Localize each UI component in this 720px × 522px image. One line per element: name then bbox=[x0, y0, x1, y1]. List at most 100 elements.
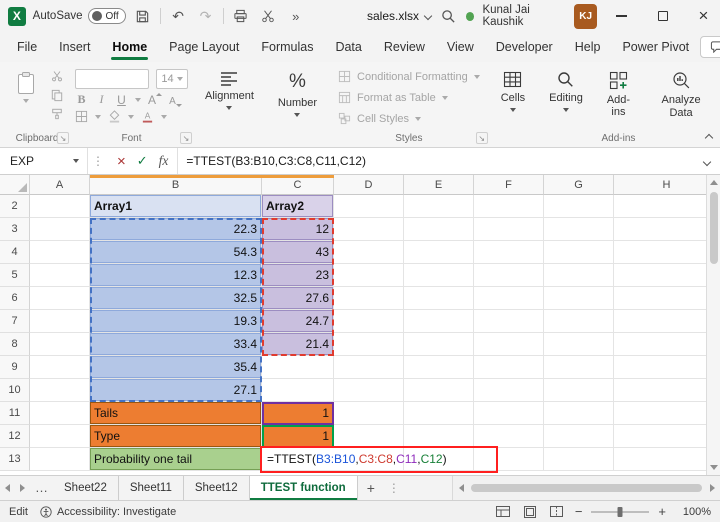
cell-A3[interactable] bbox=[30, 218, 90, 241]
cell-G2[interactable] bbox=[544, 195, 614, 218]
cell-B13[interactable]: Probability one tail bbox=[90, 448, 262, 471]
styles-dialog-launcher[interactable] bbox=[476, 132, 488, 144]
font-name-select[interactable] bbox=[75, 69, 149, 89]
sheet-tab-ttest-function[interactable]: TTEST function bbox=[250, 476, 358, 500]
file-title[interactable]: sales.xlsx bbox=[367, 9, 431, 23]
column-header-B[interactable]: B bbox=[90, 175, 262, 195]
cell-H7[interactable] bbox=[614, 310, 720, 333]
cell-A12[interactable] bbox=[30, 425, 90, 448]
scroll-down-button[interactable] bbox=[710, 460, 718, 475]
cell-F6[interactable] bbox=[474, 287, 544, 310]
cell-H6[interactable] bbox=[614, 287, 720, 310]
cell-F9[interactable] bbox=[474, 356, 544, 379]
font-dialog-launcher[interactable] bbox=[180, 132, 192, 144]
cell-G3[interactable] bbox=[544, 218, 614, 241]
cell-B9[interactable]: 35.4 bbox=[90, 356, 262, 379]
cell-B2[interactable]: Array1 bbox=[90, 195, 262, 218]
row-header-5[interactable]: 5 bbox=[0, 264, 30, 287]
cell-C5[interactable]: 23 bbox=[262, 264, 334, 287]
cell-F8[interactable] bbox=[474, 333, 544, 356]
minimize-button[interactable] bbox=[605, 0, 638, 32]
font-size-select[interactable]: 14 bbox=[156, 69, 188, 89]
format-painter-button[interactable] bbox=[49, 107, 65, 121]
cell-C12[interactable]: 1 bbox=[262, 425, 334, 448]
insert-function-button[interactable]: fx bbox=[159, 153, 169, 169]
cell-G5[interactable] bbox=[544, 264, 614, 287]
scroll-up-button[interactable] bbox=[710, 175, 718, 190]
cell-H8[interactable] bbox=[614, 333, 720, 356]
vertical-scrollbar-thumb[interactable] bbox=[710, 192, 718, 264]
tab-power-pivot[interactable]: Power Pivot bbox=[611, 34, 700, 60]
row-header-3[interactable]: 3 bbox=[0, 218, 30, 241]
cell-A2[interactable] bbox=[30, 195, 90, 218]
save-button[interactable] bbox=[133, 5, 153, 27]
cut-button-qat[interactable] bbox=[258, 5, 278, 27]
clipboard-dialog-launcher[interactable] bbox=[57, 132, 69, 144]
cell-styles-button[interactable]: Cell Styles bbox=[334, 108, 484, 129]
cell-H3[interactable] bbox=[614, 218, 720, 241]
cell-A8[interactable] bbox=[30, 333, 90, 356]
cell-B10[interactable]: 27.1 bbox=[90, 379, 262, 402]
cell-D7[interactable] bbox=[334, 310, 404, 333]
column-header-H[interactable]: H bbox=[614, 175, 720, 195]
autosave-toggle[interactable]: AutoSave Off bbox=[33, 8, 126, 24]
mode-indicator[interactable]: Edit bbox=[9, 506, 28, 518]
cell-C2[interactable]: Array2 bbox=[262, 195, 334, 218]
cell-D9[interactable] bbox=[334, 356, 404, 379]
tab-help[interactable]: Help bbox=[564, 34, 612, 60]
cell-C3[interactable]: 12 bbox=[262, 218, 334, 241]
horizontal-scrollbar[interactable] bbox=[452, 476, 720, 500]
tab-developer[interactable]: Developer bbox=[485, 34, 564, 60]
cells-button[interactable]: Cells bbox=[494, 66, 532, 112]
cell-E4[interactable] bbox=[404, 241, 474, 264]
formula-input[interactable]: =TTEST(B3:B10,C3:C8,C11,C12) bbox=[186, 154, 366, 168]
cell-H11[interactable] bbox=[614, 402, 720, 425]
column-header-E[interactable]: E bbox=[404, 175, 474, 195]
tab-data[interactable]: Data bbox=[324, 34, 372, 60]
cell-H5[interactable] bbox=[614, 264, 720, 287]
scroll-right-button[interactable] bbox=[704, 476, 720, 500]
cell-E7[interactable] bbox=[404, 310, 474, 333]
page-layout-view-button[interactable] bbox=[521, 504, 539, 520]
cell-F5[interactable] bbox=[474, 264, 544, 287]
cell-E11[interactable] bbox=[404, 402, 474, 425]
cell-A6[interactable] bbox=[30, 287, 90, 310]
cell-F7[interactable] bbox=[474, 310, 544, 333]
tab-file[interactable]: File bbox=[6, 34, 48, 60]
cell-H12[interactable] bbox=[614, 425, 720, 448]
cell-B12[interactable]: Type bbox=[90, 425, 262, 448]
normal-view-button[interactable] bbox=[494, 504, 512, 520]
tab-review[interactable]: Review bbox=[373, 34, 436, 60]
next-sheet-button[interactable] bbox=[15, 484, 30, 492]
cell-H13[interactable] bbox=[614, 448, 720, 471]
cell-H4[interactable] bbox=[614, 241, 720, 264]
cell-A13[interactable] bbox=[30, 448, 90, 471]
cell-G9[interactable] bbox=[544, 356, 614, 379]
print-button[interactable] bbox=[231, 5, 251, 27]
cancel-button[interactable] bbox=[117, 153, 126, 170]
redo-button[interactable] bbox=[195, 5, 215, 27]
user-name[interactable]: Kunal Jai Kaushik bbox=[482, 4, 566, 28]
cell-D12[interactable] bbox=[334, 425, 404, 448]
avatar[interactable]: KJ bbox=[574, 4, 597, 29]
row-header-4[interactable]: 4 bbox=[0, 241, 30, 264]
cell-E9[interactable] bbox=[404, 356, 474, 379]
cell-F2[interactable] bbox=[474, 195, 544, 218]
cell-B4[interactable]: 54.3 bbox=[90, 241, 262, 264]
analyze-data-button[interactable]: Analyze Data bbox=[647, 66, 715, 119]
tab-page-layout[interactable]: Page Layout bbox=[158, 34, 250, 60]
vertical-scrollbar[interactable] bbox=[706, 175, 720, 475]
row-header-10[interactable]: 10 bbox=[0, 379, 30, 402]
close-button[interactable] bbox=[687, 0, 720, 32]
cell-A9[interactable] bbox=[30, 356, 90, 379]
accessibility-checker[interactable]: Accessibility: Investigate bbox=[40, 506, 176, 518]
cell-E6[interactable] bbox=[404, 287, 474, 310]
cell-C9[interactable] bbox=[262, 356, 334, 379]
cell-D6[interactable] bbox=[334, 287, 404, 310]
column-header-A[interactable]: A bbox=[30, 175, 90, 195]
cell-D8[interactable] bbox=[334, 333, 404, 356]
undo-button[interactable] bbox=[168, 5, 188, 27]
format-as-table-button[interactable]: Format as Table bbox=[334, 87, 484, 108]
enter-button[interactable] bbox=[137, 153, 148, 169]
cell-B5[interactable]: 12.3 bbox=[90, 264, 262, 287]
